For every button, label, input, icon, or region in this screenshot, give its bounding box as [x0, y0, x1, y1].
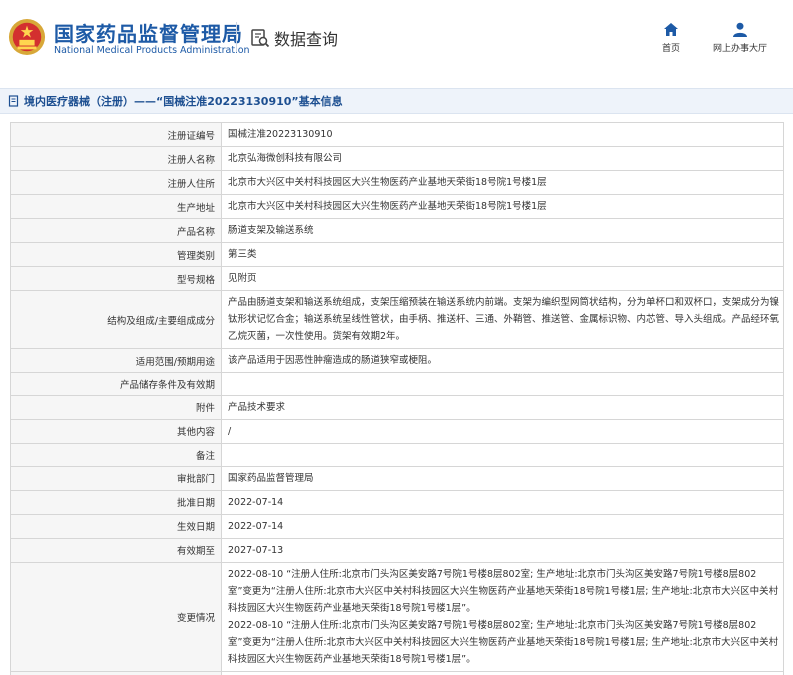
row-value: 国械注准20223130910	[221, 122, 784, 147]
row-value: 2022-07-14	[221, 513, 784, 539]
row-value: 国家药品监督管理局	[221, 465, 784, 491]
row-label: 型号规格	[10, 266, 222, 291]
registration-info-table: 注册证编号 国械注准20223130910 注册人名称 北京弘海微创科技有限公司 注…	[10, 122, 784, 675]
row-value	[221, 442, 784, 467]
national-emblem-icon	[8, 18, 46, 56]
brand-name-cn[interactable]: 国家药品监督管理局	[54, 18, 243, 47]
row-value: 北京弘海微创科技有限公司	[221, 146, 784, 171]
table-row: 结构及组成/主要组成成分 产品由肠道支架和输送系统组成，支架压缩预装在输送系统内前…	[10, 290, 784, 349]
row-value: 产品技术要求	[221, 394, 784, 420]
home-icon	[664, 23, 678, 36]
table-row: 其他内容 /	[10, 418, 784, 444]
table-row: 备注	[10, 442, 784, 467]
table-row: 管理类别 第三类	[10, 242, 784, 267]
data-query-label: 数据查询	[274, 30, 339, 49]
user-icon	[733, 22, 747, 37]
row-label: 适用范围/预期用途	[10, 348, 222, 373]
table-row: 型号规格 见附页	[10, 266, 784, 291]
table-row: 附件 产品技术要求	[10, 394, 784, 420]
row-label: 有效期至	[10, 537, 222, 563]
row-label: 产品名称	[10, 218, 222, 243]
row-label-note: ●注	[10, 670, 222, 675]
row-value: 肠道支架及输送系统	[221, 218, 784, 243]
table-row: 生效日期 2022-07-14	[10, 513, 784, 539]
table-row-changes: 变更情况 2022-08-10 “注册人住所:北京市门头沟区美安路7号院1号楼8…	[10, 561, 784, 672]
row-value: 北京市大兴区中关村科技园区大兴生物医药产业基地天荣街18号院1号楼1层	[221, 194, 784, 219]
change-entry: 2022-08-10 “注册人住所:北京市门头沟区美安路7号院1号楼8层802室…	[228, 568, 779, 614]
row-label: 审批部门	[10, 465, 222, 491]
breadcrumb: 境内医疗器械（注册）——“国械注准20223130910”基本信息	[0, 88, 793, 114]
header-divider	[236, 22, 237, 52]
row-value: 2022-07-14	[221, 489, 784, 515]
row-value: 北京市大兴区中关村科技园区大兴生物医药产业基地天荣街18号院1号楼1层	[221, 170, 784, 195]
row-value-note: 详情	[221, 670, 784, 675]
table-row: 有效期至 2027-07-13	[10, 537, 784, 563]
table-row: 批准日期 2022-07-14	[10, 489, 784, 515]
row-value: 第三类	[221, 242, 784, 267]
document-icon	[8, 95, 19, 107]
row-value: /	[221, 418, 784, 444]
table-row: 注册人住所 北京市大兴区中关村科技园区大兴生物医药产业基地天荣街18号院1号楼1层	[10, 170, 784, 195]
table-row-note: ●注 详情	[10, 670, 784, 675]
row-label: 注册人名称	[10, 146, 222, 171]
row-label: 生效日期	[10, 513, 222, 539]
row-label: 注册人住所	[10, 170, 222, 195]
row-value-changes: 2022-08-10 “注册人住所:北京市门头沟区美安路7号院1号楼8层802室…	[221, 561, 784, 672]
table-row: 注册证编号 国械注准20223130910	[10, 122, 784, 147]
change-entry: 2022-08-10 “注册人住所:北京市门头沟区美安路7号院1号楼8层802室…	[228, 619, 779, 665]
data-query-link[interactable]: 数据查询	[250, 26, 338, 50]
row-label: 变更情况	[10, 561, 222, 672]
data-query-icon	[251, 29, 270, 48]
row-label: 备注	[10, 442, 222, 467]
row-value: 该产品适用于因恶性肿瘤造成的肠道狭窄或梗阻。	[221, 348, 784, 373]
nav-online-office[interactable]: 网上办事大厅	[713, 22, 767, 54]
row-value: 见附页	[221, 266, 784, 291]
row-label: 批准日期	[10, 489, 222, 515]
table-row: 生产地址 北京市大兴区中关村科技园区大兴生物医药产业基地天荣街18号院1号楼1层	[10, 194, 784, 219]
table-row: 产品储存条件及有效期	[10, 372, 784, 396]
nav-home-label: 首页	[662, 44, 681, 54]
breadcrumb-text: 境内医疗器械（注册）——“国械注准20223130910”基本信息	[24, 95, 343, 108]
table-row: 审批部门 国家药品监督管理局	[10, 465, 784, 491]
table-row: 适用范围/预期用途 该产品适用于因恶性肿瘤造成的肠道狭窄或梗阻。	[10, 348, 784, 373]
row-label: 结构及组成/主要组成成分	[10, 290, 222, 349]
table-row: 产品名称 肠道支架及输送系统	[10, 218, 784, 243]
row-value	[221, 372, 784, 396]
row-label: 注册证编号	[10, 122, 222, 147]
row-label: 产品储存条件及有效期	[10, 372, 222, 396]
row-label: 附件	[10, 394, 222, 420]
row-label: 其他内容	[10, 418, 222, 444]
row-label: 生产地址	[10, 194, 222, 219]
site-header: 国家药品监督管理局 National Medical Products Admi…	[0, 0, 793, 78]
row-label: 管理类别	[10, 242, 222, 267]
row-value: 产品由肠道支架和输送系统组成，支架压缩预装在输送系统内前端。支架为编织型网筒状结…	[221, 290, 784, 349]
table-row: 注册人名称 北京弘海微创科技有限公司	[10, 146, 784, 171]
brand-name-en[interactable]: National Medical Products Administration	[54, 45, 250, 56]
nav-office-label: 网上办事大厅	[713, 44, 768, 54]
nav-home[interactable]: 首页	[662, 22, 680, 54]
row-value: 2027-07-13	[221, 537, 784, 563]
